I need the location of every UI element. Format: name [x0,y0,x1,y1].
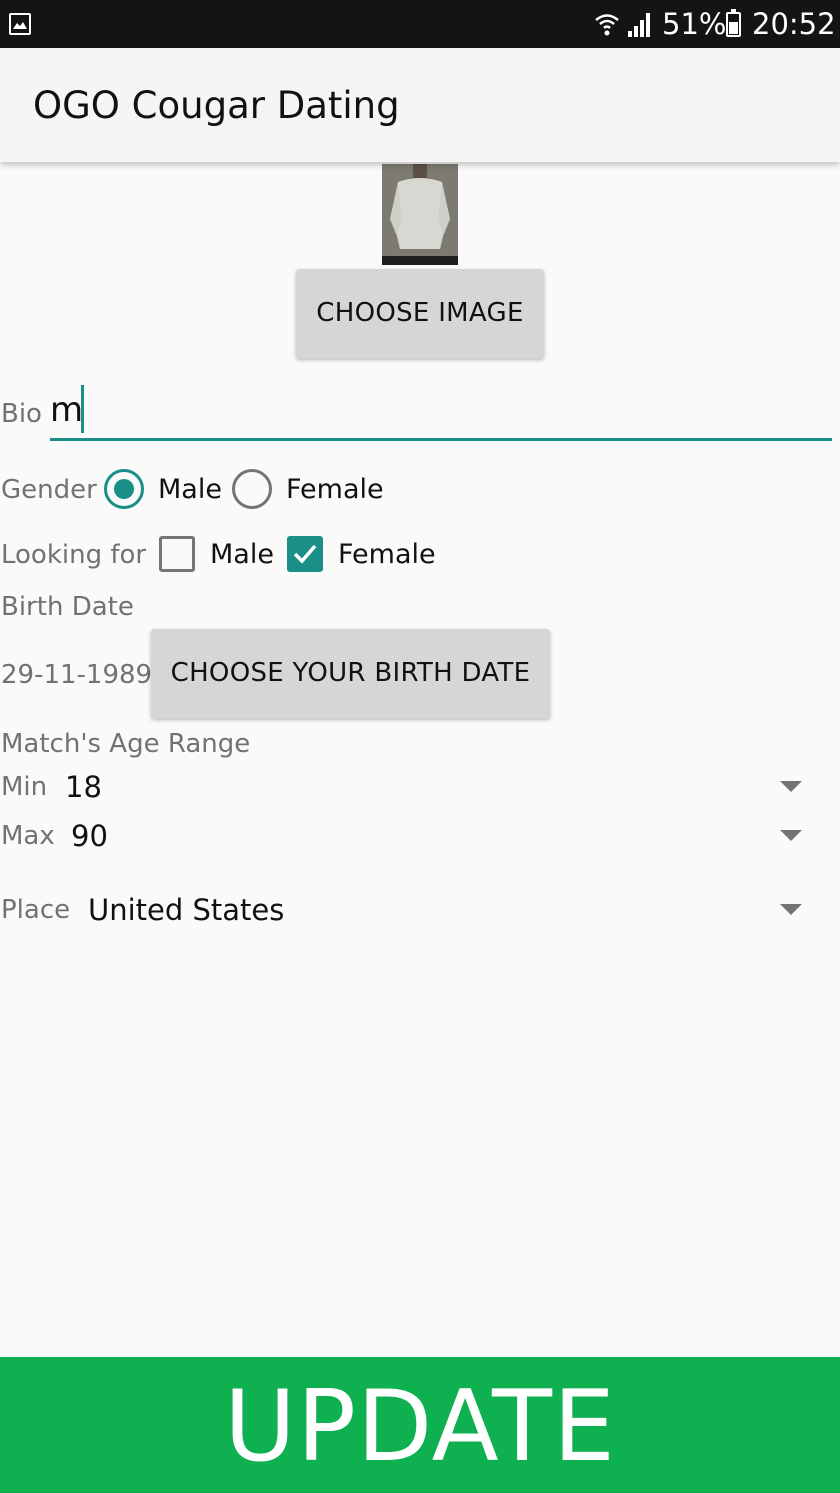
min-age-dropdown-icon[interactable] [780,781,802,792]
looking-for-female-label[interactable]: Female [338,538,436,572]
birth-date-value: 29-11-1989 [1,660,153,690]
place-dropdown-icon[interactable] [780,904,802,915]
bio-input[interactable]: m [50,385,832,441]
update-button[interactable]: UPDATE [0,1357,840,1493]
max-age-dropdown-icon[interactable] [780,830,802,841]
looking-for-male-label[interactable]: Male [210,538,274,572]
max-age-label: Max [1,821,55,851]
looking-for-male-checkbox[interactable] [159,536,195,572]
status-time: 20:52 [752,7,836,41]
choose-birth-date-button[interactable]: CHOOSE YOUR BIRTH DATE [151,629,550,718]
checkmark-icon [293,544,317,564]
place-label: Place [1,895,71,925]
birth-date-label: Birth Date [1,592,134,622]
image-notification-icon [9,13,31,35]
gender-female-label[interactable]: Female [286,473,384,507]
choose-image-button[interactable]: CHOOSE IMAGE [296,269,544,358]
looking-for-female-checkbox[interactable] [287,536,323,572]
gender-male-radio[interactable] [104,469,144,509]
age-range-label: Match's Age Range [1,729,251,759]
min-age-label: Min [1,772,48,802]
looking-for-label: Looking for [1,540,147,570]
app-title: OGO Cougar Dating [33,84,400,127]
gender-female-radio[interactable] [232,469,272,509]
gender-male-label[interactable]: Male [158,473,222,507]
battery-percentage: 51% [662,7,727,41]
profile-photo [382,164,458,265]
max-age-spinner-value[interactable]: 90 [71,819,108,853]
min-age-spinner-value[interactable]: 18 [65,770,102,804]
text-cursor [81,385,84,433]
battery-icon [726,9,741,37]
place-spinner-value[interactable]: United States [88,893,284,927]
wifi-icon [595,14,619,36]
app-bar: OGO Cougar Dating [0,48,840,162]
bio-label: Bio [1,399,42,429]
gender-label: Gender [1,475,97,505]
bio-input-value: m [50,390,84,430]
signal-icon [628,13,650,37]
status-bar: 51% 20:52 [0,0,840,48]
